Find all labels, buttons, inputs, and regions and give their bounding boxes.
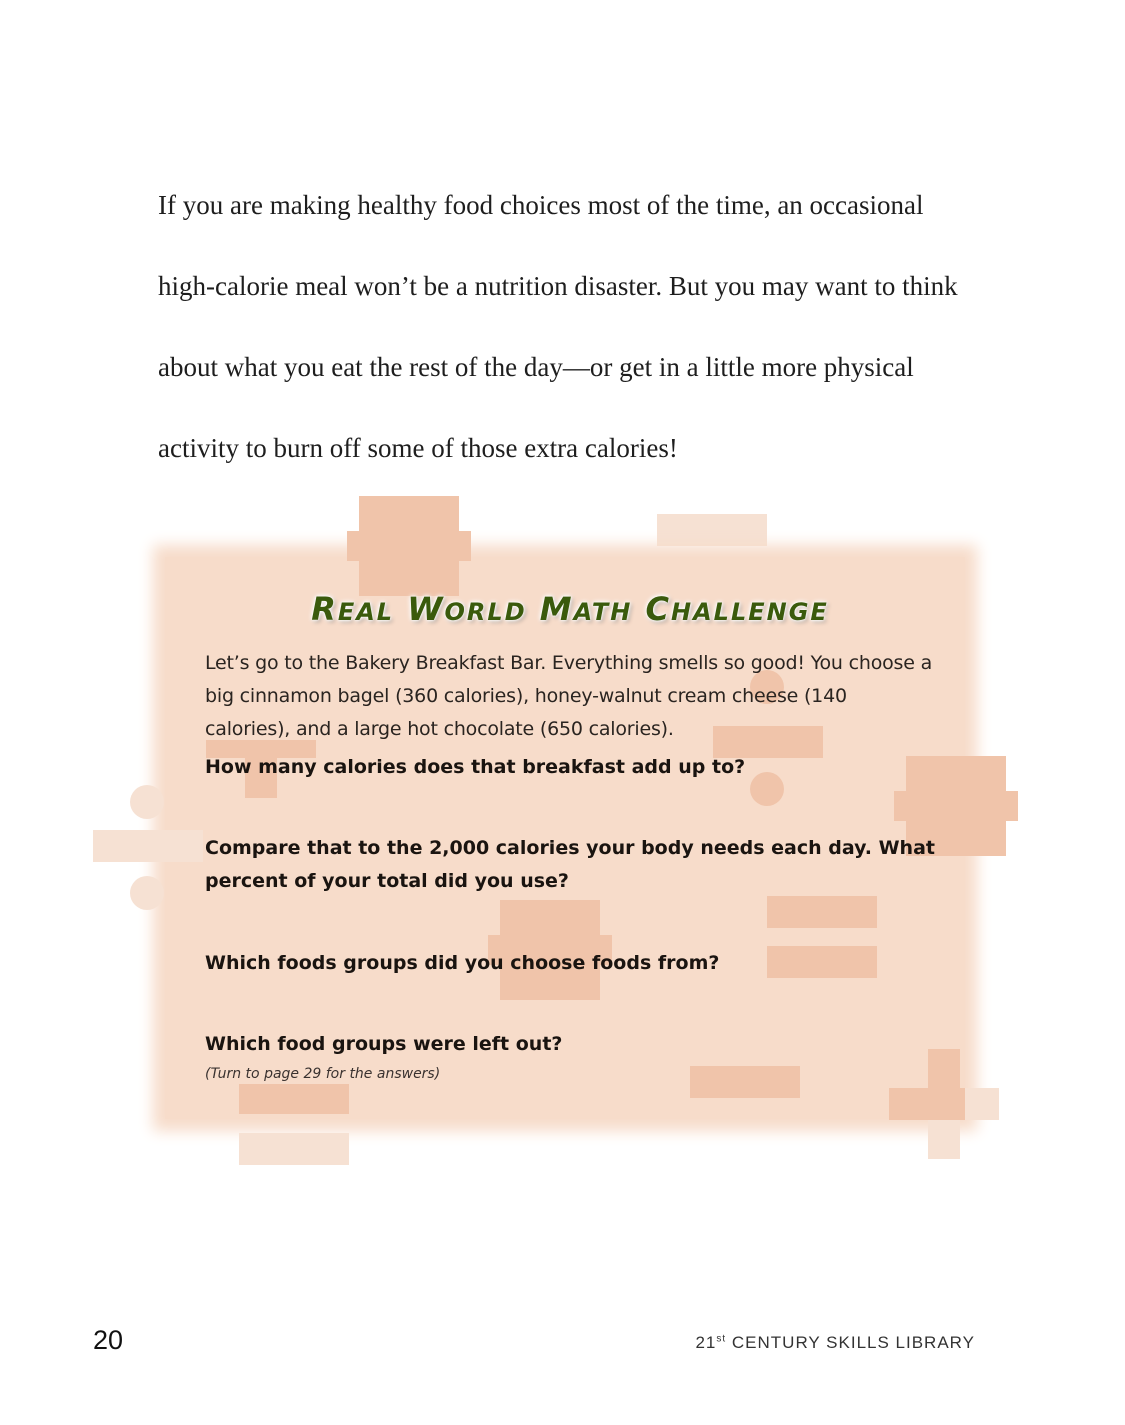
challenge-intro: Let’s go to the Bakery Breakfast Bar. Ev… xyxy=(205,652,933,740)
title-word-rest: EAL xyxy=(337,598,395,626)
divide-icon xyxy=(93,830,203,862)
challenge-question: Compare that to the 2,000 calories your … xyxy=(205,837,935,892)
body-line: high-calorie meal won’t be a nutrition d… xyxy=(158,271,958,301)
title-word-rest: ATH xyxy=(573,598,633,626)
answers-note: (Turn to page 29 for the answers) xyxy=(205,1066,441,1082)
title-word-rest: HALLENGE xyxy=(670,598,829,626)
series-number: 21 xyxy=(695,1333,717,1352)
body-line: If you are making healthy food choices m… xyxy=(158,190,924,220)
body-paragraph: If you are making healthy food choices m… xyxy=(158,178,988,502)
divide-icon xyxy=(130,876,164,910)
times-icon xyxy=(347,496,471,596)
body-line: about what you eat the rest of the day—o… xyxy=(158,352,914,382)
title-word-rest: ORLD xyxy=(444,598,527,626)
challenge-title: REAL WORLD MATH CHALLENGE xyxy=(160,590,980,628)
minus-icon xyxy=(690,1066,800,1098)
equals-icon xyxy=(239,1133,349,1165)
title-letter: W xyxy=(407,590,445,628)
series-ordinal: st xyxy=(716,1333,727,1345)
equals-icon xyxy=(767,896,877,928)
series-name: CENTURY SKILLS LIBRARY xyxy=(726,1333,975,1352)
minus-icon xyxy=(657,514,767,546)
title-letter: R xyxy=(311,590,338,628)
challenge-question: Which food groups were left out? xyxy=(205,1033,563,1055)
body-line: activity to burn off some of those extra… xyxy=(158,433,678,463)
series-title: 21st CENTURY SKILLS LIBRARY xyxy=(695,1333,975,1353)
challenge-question: Which foods groups did you choose foods … xyxy=(205,952,720,974)
equals-icon xyxy=(239,1084,349,1114)
page-number: 20 xyxy=(93,1325,124,1355)
title-letter: C xyxy=(645,590,671,628)
book-page: If you are making healthy food choices m… xyxy=(0,0,1125,1425)
divide-icon xyxy=(130,785,164,819)
challenge-question: How many calories does that breakfast ad… xyxy=(205,756,746,778)
plus-icon xyxy=(889,1088,965,1120)
title-letter: M xyxy=(539,590,574,628)
